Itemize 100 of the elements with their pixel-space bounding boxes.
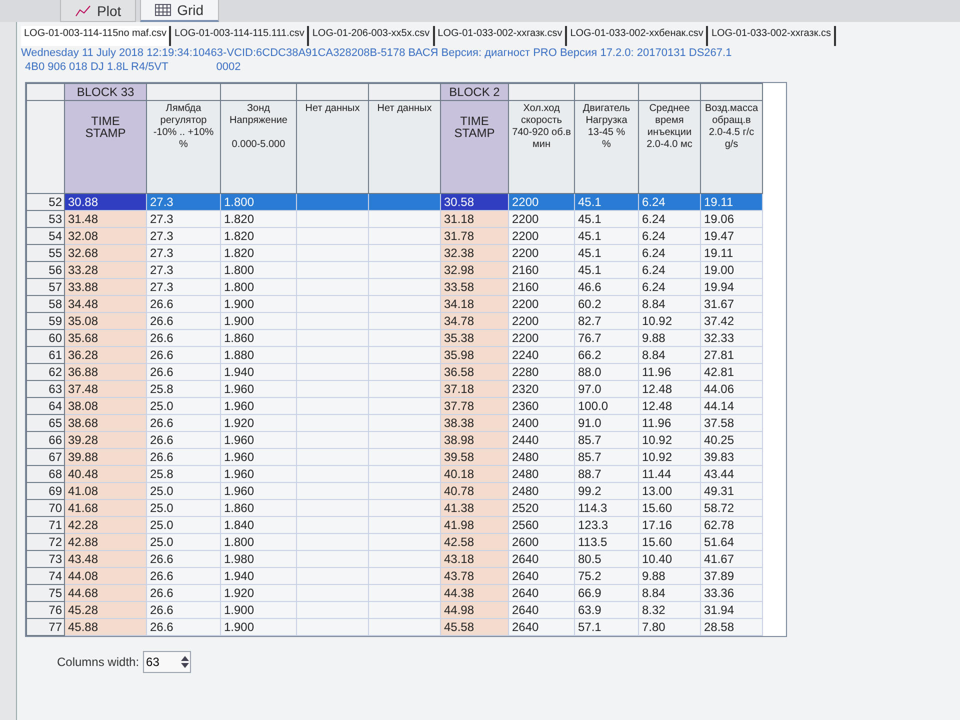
- row-number: 60: [26, 330, 64, 346]
- table-cell: 6.24: [638, 262, 700, 278]
- table-cell: 2520: [508, 500, 574, 516]
- table-cell: 8.84: [638, 584, 700, 602]
- table-cell: 25.0: [146, 516, 220, 534]
- file-tab[interactable]: LOG-01-033-002-ххбенак.csv: [567, 26, 708, 46]
- table-cell: 17.16: [638, 516, 700, 534]
- file-tab[interactable]: LOG-01-033-002-ххгазк.csv: [434, 26, 568, 46]
- table-cell: 19.11: [700, 194, 762, 210]
- table-cell: 45.58: [440, 618, 508, 636]
- table-cell: 26.6: [146, 330, 220, 346]
- block-header: BLOCK 2: [440, 84, 508, 100]
- file-tab[interactable]: LOG-01-003-114-115no maf.csv: [21, 26, 172, 46]
- columns-width-spinner[interactable]: 63: [143, 651, 192, 673]
- table-cell: 37.42: [700, 312, 762, 330]
- table-cell: 25.0: [146, 482, 220, 500]
- table-cell: 45.28: [64, 602, 146, 618]
- row-number: 58: [26, 296, 64, 312]
- table-cell: 26.6: [146, 618, 220, 636]
- table-cell: 2640: [508, 602, 574, 618]
- table-cell: 26.6: [146, 550, 220, 568]
- row-number: 54: [26, 228, 64, 244]
- table-cell: 30.58: [440, 194, 508, 210]
- table-cell: 113.5: [574, 534, 638, 550]
- table-cell: 2640: [508, 550, 574, 568]
- table-cell: 58.72: [700, 500, 762, 516]
- file-tab[interactable]: LOG-01-206-003-xx5x.csv: [309, 26, 435, 46]
- table-cell: 27.3: [146, 262, 220, 278]
- table-cell: 43.18: [440, 550, 508, 568]
- table-cell: 26.6: [146, 602, 220, 618]
- table-cell: 80.5: [574, 550, 638, 568]
- table-cell: 1.800: [220, 262, 296, 278]
- table-cell: 6.24: [638, 194, 700, 210]
- table-cell: 43.48: [64, 550, 146, 568]
- row-number: 76: [26, 602, 64, 618]
- table-cell: 42.81: [700, 364, 762, 380]
- column-header: Возд.масса обращ.в 2.0-4.5 г/с g/s: [700, 100, 762, 194]
- table-cell: 1.980: [220, 550, 296, 568]
- table-cell: 39.88: [64, 448, 146, 466]
- table-cell: 1.900: [220, 296, 296, 312]
- table-cell: 36.88: [64, 364, 146, 380]
- row-number: 61: [26, 346, 64, 364]
- table-cell: 2320: [508, 380, 574, 398]
- row-number: 57: [26, 278, 64, 296]
- spinner-arrows-icon[interactable]: [180, 655, 190, 669]
- table-cell: 43.78: [440, 568, 508, 584]
- table-cell: 36.28: [64, 346, 146, 364]
- view-tab[interactable]: Grid: [140, 0, 219, 22]
- table-cell: 37.89: [700, 568, 762, 584]
- table-cell: 6.24: [638, 210, 700, 228]
- table-cell: 32.98: [440, 262, 508, 278]
- table-cell: 10.92: [638, 448, 700, 466]
- table-cell: 33.28: [64, 262, 146, 278]
- table-cell: 2200: [508, 330, 574, 346]
- file-tab[interactable]: LOG-01-033-002-ххгазк.cs: [708, 26, 836, 46]
- table-cell: 2400: [508, 414, 574, 432]
- table-cell: 6.24: [638, 244, 700, 262]
- row-number: 65: [26, 414, 64, 432]
- column-header: Хол.ход скорость 740-920 об.в мин: [508, 100, 574, 194]
- table-cell: 7.80: [638, 618, 700, 636]
- table-cell: 34.48: [64, 296, 146, 312]
- table-cell: 1.800: [220, 534, 296, 550]
- table-cell: 13.00: [638, 482, 700, 500]
- table-cell: 40.78: [440, 482, 508, 500]
- row-number: 64: [26, 398, 64, 414]
- table-cell: 1.960: [220, 398, 296, 414]
- row-number: 63: [26, 380, 64, 398]
- table-cell: 11.44: [638, 466, 700, 482]
- table-cell: 44.38: [440, 584, 508, 602]
- table-cell: 33.58: [440, 278, 508, 296]
- table-cell: 33.36: [700, 584, 762, 602]
- table-cell: 45.1: [574, 210, 638, 228]
- view-tab[interactable]: Plot: [60, 0, 136, 22]
- row-number: 53: [26, 210, 64, 228]
- table-cell: 123.3: [574, 516, 638, 534]
- table-cell: 37.78: [440, 398, 508, 414]
- table-cell: 2200: [508, 296, 574, 312]
- table-cell: 39.28: [64, 432, 146, 448]
- table-cell: 38.38: [440, 414, 508, 432]
- table-cell: 6.24: [638, 228, 700, 244]
- table-cell: 1.940: [220, 364, 296, 380]
- table-cell: 45.88: [64, 618, 146, 636]
- file-tab[interactable]: LOG-01-003-114-115.111.csv: [171, 26, 310, 46]
- table-cell: 45.1: [574, 228, 638, 244]
- table-cell: 57.1: [574, 618, 638, 636]
- row-number: 67: [26, 448, 64, 466]
- column-header: Зонд Напряжение 0.000-5.000: [220, 100, 296, 194]
- table-cell: 62.78: [700, 516, 762, 534]
- table-cell: 1.860: [220, 500, 296, 516]
- row-number: 69: [26, 482, 64, 500]
- row-number: 77: [26, 618, 64, 636]
- table-cell: 26.6: [146, 312, 220, 330]
- table-cell: 10.92: [638, 432, 700, 448]
- table-cell: 11.96: [638, 414, 700, 432]
- table-cell: 41.98: [440, 516, 508, 534]
- table-cell: 1.800: [220, 194, 296, 210]
- table-cell: 2480: [508, 482, 574, 500]
- table-cell: 1.800: [220, 278, 296, 296]
- table-cell: 31.78: [440, 228, 508, 244]
- block-header: BLOCK 33: [64, 84, 146, 100]
